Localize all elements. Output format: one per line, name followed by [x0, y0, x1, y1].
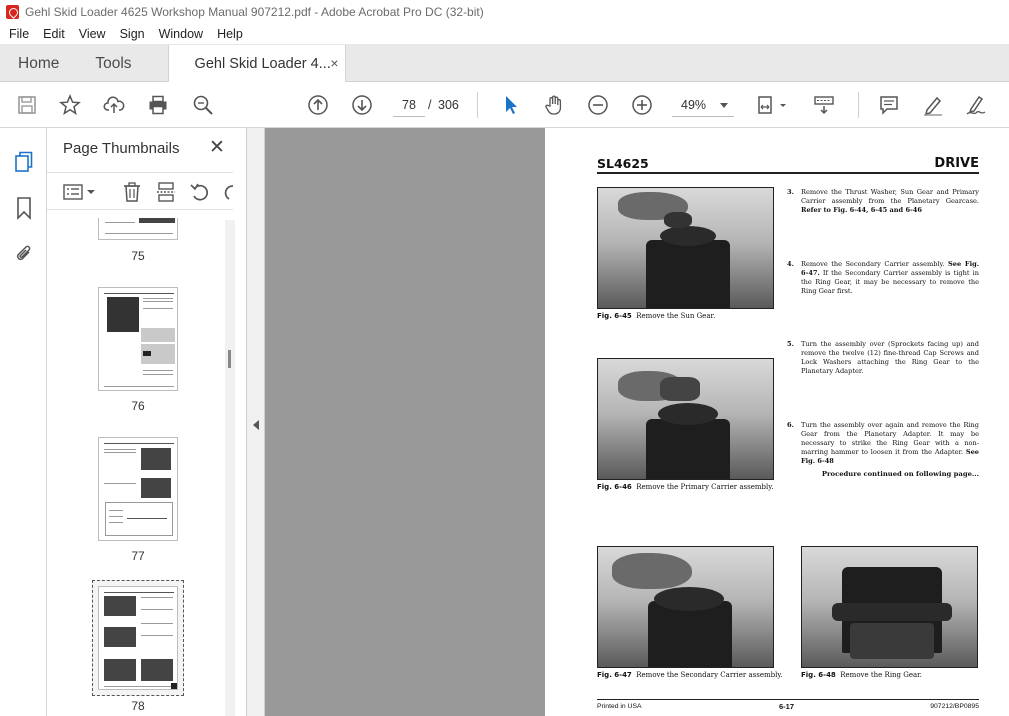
panel-title: Page Thumbnails	[63, 140, 180, 157]
zoom-search-icon[interactable]	[191, 93, 215, 117]
menu-bar: File Edit View Sign Window Help	[0, 24, 1009, 45]
attachments-paperclip-icon[interactable]	[13, 242, 35, 266]
thumbnail-list[interactable]: 75 76 77 78	[47, 218, 229, 716]
menu-file[interactable]: File	[9, 27, 29, 41]
toolbar-divider	[477, 92, 478, 118]
zoom-level-dropdown[interactable]: 49%	[672, 93, 734, 117]
procedure-step-4: 4. Remove the Secondary Carrier assembly…	[787, 260, 979, 295]
page-separator: /	[428, 98, 432, 112]
insert-page-icon[interactable]	[155, 181, 177, 203]
window-title: Gehl Skid Loader 4625 Workshop Manual 90…	[25, 5, 484, 19]
figure-photo-6-45	[597, 187, 774, 309]
page-thumbnails-icon[interactable]	[13, 150, 35, 174]
next-page-icon[interactable]	[350, 93, 374, 117]
bookmarks-icon[interactable]	[13, 196, 35, 220]
toolbar-divider	[858, 92, 859, 118]
thumbnail-label-77: 77	[131, 549, 145, 563]
zoom-in-icon[interactable]	[630, 93, 654, 117]
pdf-header-model: SL4625	[597, 156, 649, 171]
procedure-step-3: 3. Remove the Thrust Washer, Sun Gear an…	[787, 188, 979, 214]
zoom-out-icon[interactable]	[586, 93, 610, 117]
close-panel-icon[interactable]: ✕	[209, 136, 225, 159]
figure-photo-6-47	[597, 546, 774, 668]
page-thumbnail-76[interactable]	[98, 287, 178, 391]
upload-cloud-icon[interactable]	[102, 93, 126, 117]
menu-sign[interactable]: Sign	[120, 27, 145, 41]
comment-icon[interactable]	[877, 93, 901, 117]
thumbnail-toolbar	[47, 172, 233, 210]
collapse-arrow-icon[interactable]	[253, 420, 259, 430]
footer-printed: Printed in USA	[597, 703, 642, 710]
zoom-level-value: 49%	[681, 98, 707, 112]
figure-caption-6-46: Fig. 6-46 Remove the Primary Carrier ass…	[597, 483, 774, 491]
thumbnail-label-76: 76	[131, 399, 145, 413]
footer-rule	[597, 699, 979, 700]
figure-caption-6-47: Fig. 6-47 Remove the Secondary Carrier a…	[597, 671, 783, 679]
delete-trash-icon[interactable]	[121, 181, 143, 203]
menu-help[interactable]: Help	[217, 27, 243, 41]
header-rule	[597, 172, 979, 174]
panel-collapse-strip[interactable]	[247, 128, 265, 716]
rotate-left-icon[interactable]	[189, 181, 211, 203]
thumbnail-label-78: 78	[131, 699, 145, 713]
page-thumbnail-75[interactable]	[98, 218, 178, 240]
thumbnail-label-75: 75	[131, 249, 145, 263]
tab-bar: Home Tools Gehl Skid Loader 4... ×	[0, 45, 1009, 82]
page-thumbnail-77[interactable]	[98, 437, 178, 541]
thumbnail-scrollbar[interactable]	[225, 220, 235, 716]
previous-page-icon[interactable]	[306, 93, 330, 117]
tab-document-label: Gehl Skid Loader 4...	[194, 55, 331, 72]
bookmark-star-icon[interactable]	[58, 93, 82, 117]
figure-caption-6-48: Fig. 6-48 Remove the Ring Gear.	[801, 671, 922, 679]
print-icon[interactable]	[146, 93, 170, 117]
scroll-mode-icon[interactable]	[812, 93, 836, 117]
figure-caption-6-45: Fig. 6-45 Remove the Sun Gear.	[597, 312, 716, 320]
page-thumbnails-panel: Page Thumbnails ✕ 75 76 77 78	[47, 128, 247, 716]
figure-photo-6-48	[801, 546, 978, 668]
document-canvas[interactable]: SL4625 DRIVE Fig. 6-45 Remove the Sun Ge…	[265, 128, 1009, 716]
procedure-step-6: 6. Turn the assembly over again and remo…	[787, 421, 979, 465]
tab-home[interactable]: Home	[0, 45, 77, 81]
highlight-pen-icon[interactable]	[921, 93, 945, 117]
rotate-right-icon[interactable]	[221, 181, 233, 203]
pdf-page: SL4625 DRIVE Fig. 6-45 Remove the Sun Ge…	[545, 128, 1009, 716]
figure-photo-6-46	[597, 358, 774, 480]
menu-view[interactable]: View	[79, 27, 106, 41]
title-bar: Gehl Skid Loader 4625 Workshop Manual 90…	[0, 0, 1009, 24]
page-fit-icon[interactable]	[756, 93, 790, 117]
page-count: 306	[438, 98, 459, 112]
tab-document[interactable]: Gehl Skid Loader 4... ×	[167, 45, 346, 82]
page-number-input[interactable]: 78	[393, 93, 425, 117]
tab-tools[interactable]: Tools	[77, 45, 149, 81]
close-tab-icon[interactable]: ×	[330, 55, 338, 71]
pdf-header-section: DRIVE	[934, 156, 979, 171]
procedure-step-5: 5. Turn the assembly over (Sprockets fac…	[787, 340, 979, 375]
footer-doc-code: 907212/BP0895	[930, 703, 979, 710]
scrollbar-thumb[interactable]	[228, 350, 231, 368]
continued-note: Procedure continued on following page...	[821, 470, 979, 478]
page-thumbnail-78[interactable]	[98, 586, 178, 690]
sign-pen-icon[interactable]	[964, 93, 988, 117]
hand-tool-icon[interactable]	[542, 93, 566, 117]
chevron-down-icon	[720, 103, 728, 108]
thumbnail-options-icon[interactable]	[63, 181, 97, 203]
select-cursor-icon[interactable]	[498, 93, 522, 117]
menu-window[interactable]: Window	[159, 27, 203, 41]
save-icon[interactable]	[15, 93, 39, 117]
acrobat-logo-icon	[6, 5, 19, 19]
navigation-rail	[0, 128, 47, 716]
menu-edit[interactable]: Edit	[43, 27, 65, 41]
main-toolbar: 78 / 306 49%	[0, 82, 1009, 128]
footer-page-number: 6-17	[779, 702, 795, 711]
